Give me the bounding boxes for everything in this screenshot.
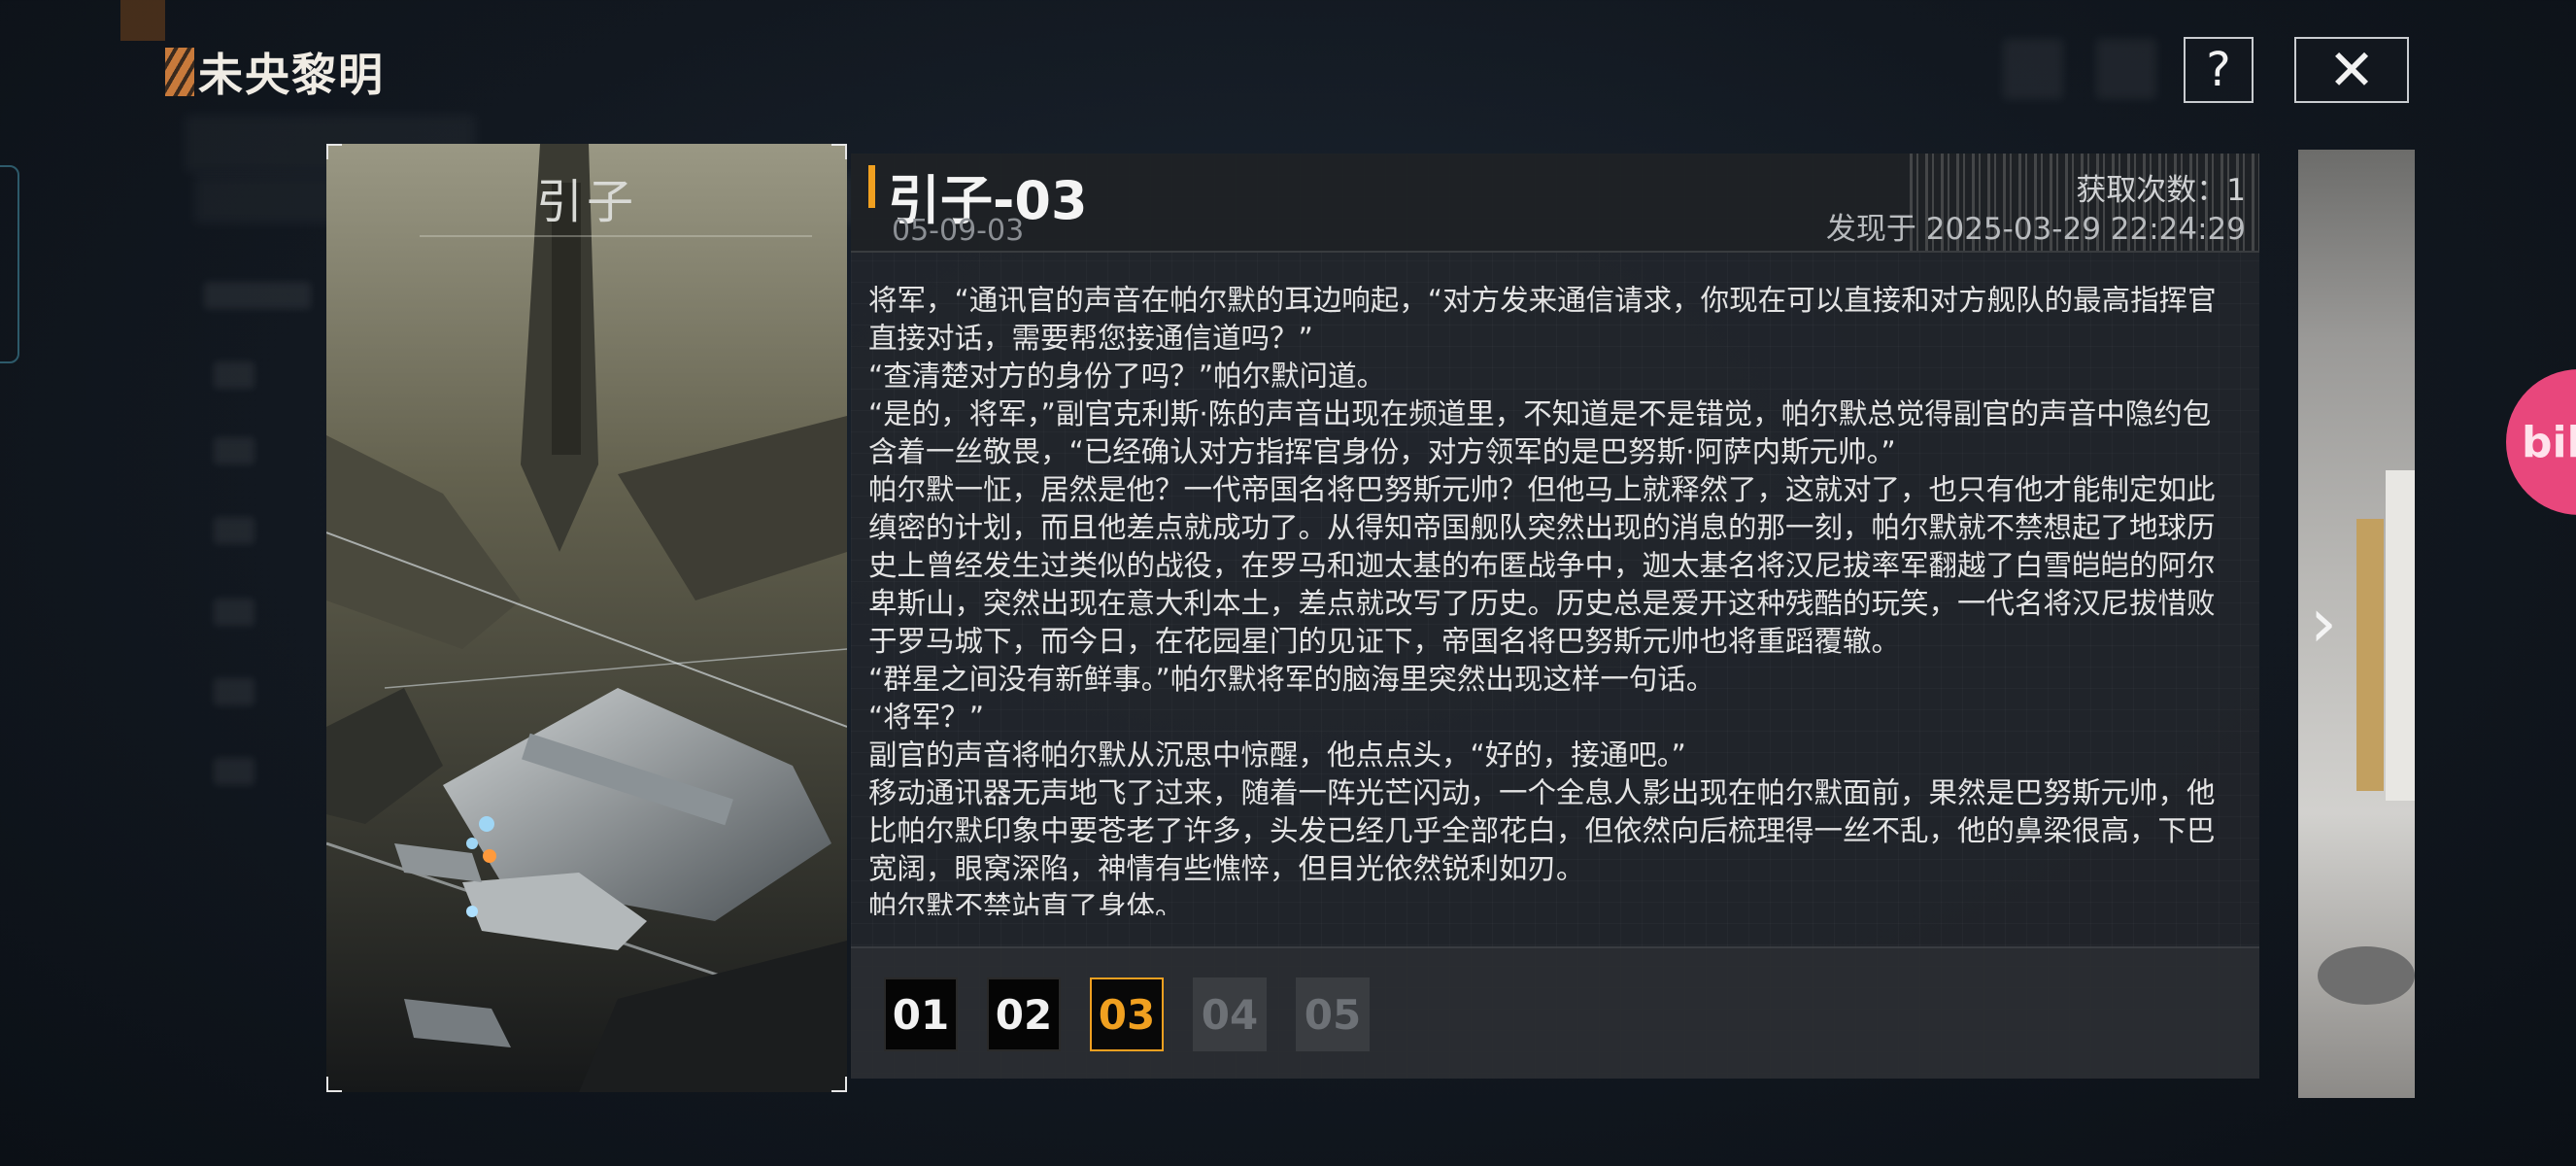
paragraph: 帕尔默一怔，居然是他？一代帝国名将巴努斯元帅？但他马上就释然了，这就对了，也只有…	[868, 473, 2216, 658]
help-button[interactable]: ?	[2184, 37, 2254, 103]
corner-bracket	[831, 1077, 847, 1092]
preview-decoration	[2356, 519, 2384, 791]
entry-header: 引子-03 05-09-03 获取次数：1 发现于 2025-03-29 22:…	[851, 154, 2259, 253]
preview-decoration	[2386, 470, 2415, 801]
page-button-03[interactable]: 03	[1090, 977, 1164, 1051]
card-title: 引子	[535, 175, 637, 229]
title-accent-bar	[868, 165, 875, 208]
background-ghost	[214, 678, 254, 705]
next-arrow-icon[interactable]: ›	[2310, 583, 2337, 663]
corner-bracket	[326, 1077, 342, 1092]
screen-title-text: 未央黎明	[198, 49, 385, 101]
page-button-01[interactable]: 01	[884, 977, 958, 1051]
page-button-04[interactable]: 04	[1193, 977, 1267, 1051]
entry-panel: 引子-03 05-09-03 获取次数：1 发现于 2025-03-29 22:…	[851, 154, 2259, 1079]
paragraph: 移动通讯器无声地飞了过来，随着一阵光芒闪动，一个全息人影出现在帕尔默面前，果然是…	[868, 776, 2216, 885]
background-ghost	[214, 599, 254, 626]
card-title-divider	[420, 235, 812, 237]
page-button-05[interactable]: 05	[1296, 977, 1370, 1051]
left-edge-frame	[0, 165, 19, 363]
background-ghost	[214, 361, 254, 389]
close-button[interactable]: ✕	[2294, 37, 2409, 103]
entry-code: 05-09-03	[892, 214, 1025, 248]
corner-decoration	[120, 0, 165, 41]
paragraph: 副官的声音将帕尔默从沉思中惊醒，他点点头，“好的，接通吧。”	[868, 738, 1686, 772]
obtain-count: 获取次数：1	[2076, 173, 2246, 208]
bilibili-badge-text: bili	[2522, 417, 2576, 467]
entry-body[interactable]: 将军，“通讯官的声音在帕尔默的耳边响起，“对方发来通信请求，你现在可以直接和对方…	[868, 282, 2228, 915]
paragraph: “将军？”	[868, 701, 985, 734]
background-ghost	[2096, 39, 2156, 99]
preview-decoration	[2318, 946, 2415, 1005]
background-ghost	[204, 282, 311, 309]
chapter-card[interactable]: 引子	[326, 144, 847, 1092]
paragraph: “是的，将军，”副官克利斯·陈的声音出现在频道里，不知道是不是错觉，帕尔默总觉得…	[868, 397, 2212, 468]
question-icon: ?	[2206, 43, 2231, 97]
corner-bracket	[326, 144, 342, 159]
paragraph: “查清楚对方的身份了吗？”帕尔默问道。	[868, 360, 1386, 393]
pager-bar: 01 02 03 04 05	[851, 946, 2259, 1079]
screen-title: 未央黎明	[165, 43, 385, 101]
paragraph: 帕尔默不禁站直了身体。	[868, 890, 1184, 915]
background-ghost	[214, 437, 254, 464]
paragraph: 将军，“通讯官的声音在帕尔默的耳边响起，“对方发来通信请求，你现在可以直接和对方…	[868, 284, 2217, 355]
close-icon: ✕	[2327, 37, 2376, 103]
bilibili-badge[interactable]: bili	[2506, 369, 2576, 515]
title-stripe-icon	[165, 48, 194, 96]
page-button-02[interactable]: 02	[987, 977, 1061, 1051]
page-selector: 01 02 03 04 05	[884, 977, 1370, 1051]
paragraph: “群星之间没有新鲜事。”帕尔默将军的脑海里突然出现这样一句话。	[868, 663, 1715, 696]
discovered-time: 发现于 2025-03-29 22:24:29	[1825, 212, 2246, 247]
background-ghost	[214, 517, 254, 544]
space-battle-illustration	[326, 144, 847, 1092]
background-ghost	[2003, 39, 2063, 99]
corner-bracket	[831, 144, 847, 159]
background-ghost	[214, 758, 254, 785]
